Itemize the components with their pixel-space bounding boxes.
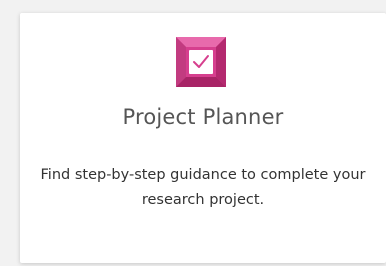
project-planner-card[interactable]: Project Planner Find step-by-step guidan… bbox=[20, 13, 386, 263]
card-description: Find step-by-step guidance to complete y… bbox=[40, 167, 366, 208]
checkbox-icon bbox=[176, 37, 226, 87]
card-title: Project Planner bbox=[122, 105, 284, 129]
